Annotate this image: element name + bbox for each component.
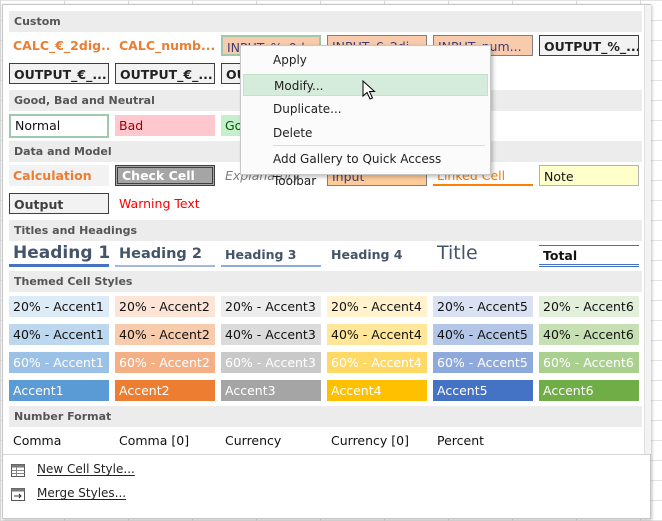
style-accent3[interactable]: Accent3 — [221, 380, 321, 401]
style-40-accent5[interactable]: 40% - Accent5 — [433, 324, 533, 345]
style-20-accent5[interactable]: 20% - Accent5 — [433, 296, 533, 317]
style-heading-2[interactable]: Heading 2 — [115, 244, 215, 267]
style-output-pct[interactable]: OUTPUT_%_... — [539, 35, 639, 56]
style-output[interactable]: Output — [9, 193, 109, 214]
style-40-accent2[interactable]: 40% - Accent2 — [115, 324, 215, 345]
gallery-divider — [3, 454, 650, 455]
style-accent2[interactable]: Accent2 — [115, 380, 215, 401]
style-20-accent6[interactable]: 20% - Accent6 — [539, 296, 639, 317]
style-comma-0[interactable]: Comma [0] — [115, 430, 215, 451]
style-60-accent6[interactable]: 60% - Accent6 — [539, 352, 639, 373]
style-heading-3[interactable]: Heading 3 — [221, 245, 321, 267]
gallery-scrollbar[interactable] — [644, 5, 651, 454]
style-accent5[interactable]: Accent5 — [433, 380, 533, 401]
new-cell-style-label: New Cell Style... — [37, 462, 135, 476]
style-60-accent3[interactable]: 60% - Accent3 — [221, 352, 321, 373]
style-check-cell[interactable]: Check Cell — [115, 165, 215, 186]
style-output-eur-2[interactable]: OUTPUT_€_... — [115, 63, 215, 84]
style-accent1[interactable]: Accent1 — [9, 380, 109, 401]
style-comma[interactable]: Comma — [9, 430, 109, 451]
style-heading-4[interactable]: Heading 4 — [327, 245, 427, 267]
ctx-apply[interactable]: Apply — [243, 49, 488, 71]
style-20-accent3[interactable]: 20% - Accent3 — [221, 296, 321, 317]
style-currency[interactable]: Currency — [221, 430, 321, 451]
style-bad[interactable]: Bad — [115, 115, 215, 136]
cell-style-context-menu: Apply Modify... Duplicate... Delete Add … — [240, 45, 491, 188]
style-total[interactable]: Total — [539, 245, 639, 267]
style-normal[interactable]: Normal — [9, 114, 109, 138]
mouse-cursor-icon — [362, 79, 376, 100]
style-calculation[interactable]: Calculation — [9, 165, 109, 186]
style-accent4[interactable]: Accent4 — [327, 380, 427, 401]
style-calc-eur[interactable]: CALC_€_2dig... — [9, 35, 109, 56]
style-40-accent4[interactable]: 40% - Accent4 — [327, 324, 427, 345]
style-percent[interactable]: Percent — [433, 430, 533, 451]
style-60-accent4[interactable]: 60% - Accent4 — [327, 352, 427, 373]
style-accent6[interactable]: Accent6 — [539, 380, 639, 401]
ctx-duplicate[interactable]: Duplicate... — [243, 98, 488, 120]
ctx-separator — [273, 145, 485, 146]
new-cell-style-item[interactable]: New Cell Style... — [9, 458, 209, 480]
style-calc-num[interactable]: CALC_numb... — [115, 35, 215, 56]
section-header-themed: Themed Cell Styles — [9, 271, 642, 292]
style-40-accent6[interactable]: 40% - Accent6 — [539, 324, 639, 345]
ctx-add-gallery-qat[interactable]: Add Gallery to Quick Access Toolbar — [243, 148, 488, 188]
style-60-accent1[interactable]: 60% - Accent1 — [9, 352, 109, 373]
new-cell-style-icon — [11, 462, 25, 477]
style-heading-1[interactable]: Heading 1 — [9, 242, 109, 267]
merge-styles-item[interactable]: Merge Styles... — [9, 482, 209, 504]
merge-styles-icon — [11, 486, 25, 501]
style-60-accent2[interactable]: 60% - Accent2 — [115, 352, 215, 373]
style-currency-0[interactable]: Currency [0] — [327, 430, 427, 451]
style-60-accent5[interactable]: 60% - Accent5 — [433, 352, 533, 373]
style-note[interactable]: Note — [539, 165, 639, 186]
style-title[interactable]: Title — [433, 241, 533, 267]
ctx-delete[interactable]: Delete — [243, 122, 488, 144]
style-20-accent2[interactable]: 20% - Accent2 — [115, 296, 215, 317]
style-warning-text[interactable]: Warning Text — [115, 193, 215, 214]
style-20-accent4[interactable]: 20% - Accent4 — [327, 296, 427, 317]
style-40-accent3[interactable]: 40% - Accent3 — [221, 324, 321, 345]
style-output-eur-1[interactable]: OUTPUT_€_... — [9, 63, 109, 84]
section-header-titles-headings: Titles and Headings — [9, 220, 642, 241]
merge-styles-label: Merge Styles... — [37, 486, 127, 500]
section-header-number-format: Number Format — [9, 406, 642, 427]
style-40-accent1[interactable]: 40% - Accent1 — [9, 324, 109, 345]
style-20-accent1[interactable]: 20% - Accent1 — [9, 296, 109, 317]
section-header-custom: Custom — [9, 11, 642, 32]
